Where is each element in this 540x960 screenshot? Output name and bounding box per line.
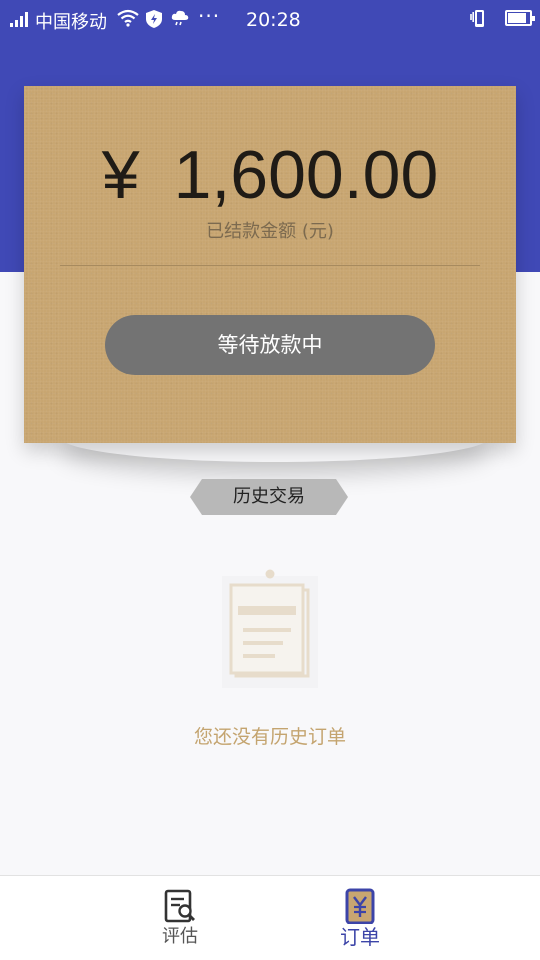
battery-level	[508, 13, 526, 23]
empty-clipboard-icon	[222, 569, 318, 688]
nav-label-evaluate: 评估	[162, 926, 198, 947]
amount-label: 已结款金额 (元)	[206, 221, 334, 242]
shield-icon	[146, 10, 162, 28]
currency-symbol: ¥	[101, 137, 140, 213]
carrier-name: 中国移动	[35, 12, 107, 33]
evaluate-search-icon	[164, 889, 195, 923]
bottom-navigation: 评估 订单	[0, 875, 540, 960]
yen-order-icon	[345, 888, 375, 924]
amount-value: 1,600.00	[173, 137, 439, 213]
wifi-icon	[117, 9, 139, 27]
nav-tab-orders[interactable]: 订单	[320, 876, 400, 960]
settlement-card: ¥1,600.00 已结款金额 (元) 等待放款中	[24, 86, 516, 443]
status-bar: 中国移动 ··· 20:28	[0, 0, 540, 38]
nav-label-orders: 订单	[340, 925, 380, 949]
card-divider	[60, 265, 480, 266]
weather-cloud-icon	[171, 10, 189, 26]
settled-amount: ¥1,600.00	[24, 136, 516, 214]
history-transactions-tag: 历史交易	[190, 479, 348, 515]
awaiting-payout-button[interactable]: 等待放款中	[105, 315, 435, 375]
nav-tab-evaluate[interactable]: 评估	[140, 876, 220, 960]
empty-history-message: 您还没有历史订单	[193, 726, 346, 748]
status-time: 20:28	[246, 9, 301, 31]
vibrate-mode-icon	[470, 10, 484, 27]
more-notifications-icon: ···	[198, 4, 221, 28]
signal-strength-icon	[10, 11, 34, 27]
battery-icon	[505, 10, 535, 26]
